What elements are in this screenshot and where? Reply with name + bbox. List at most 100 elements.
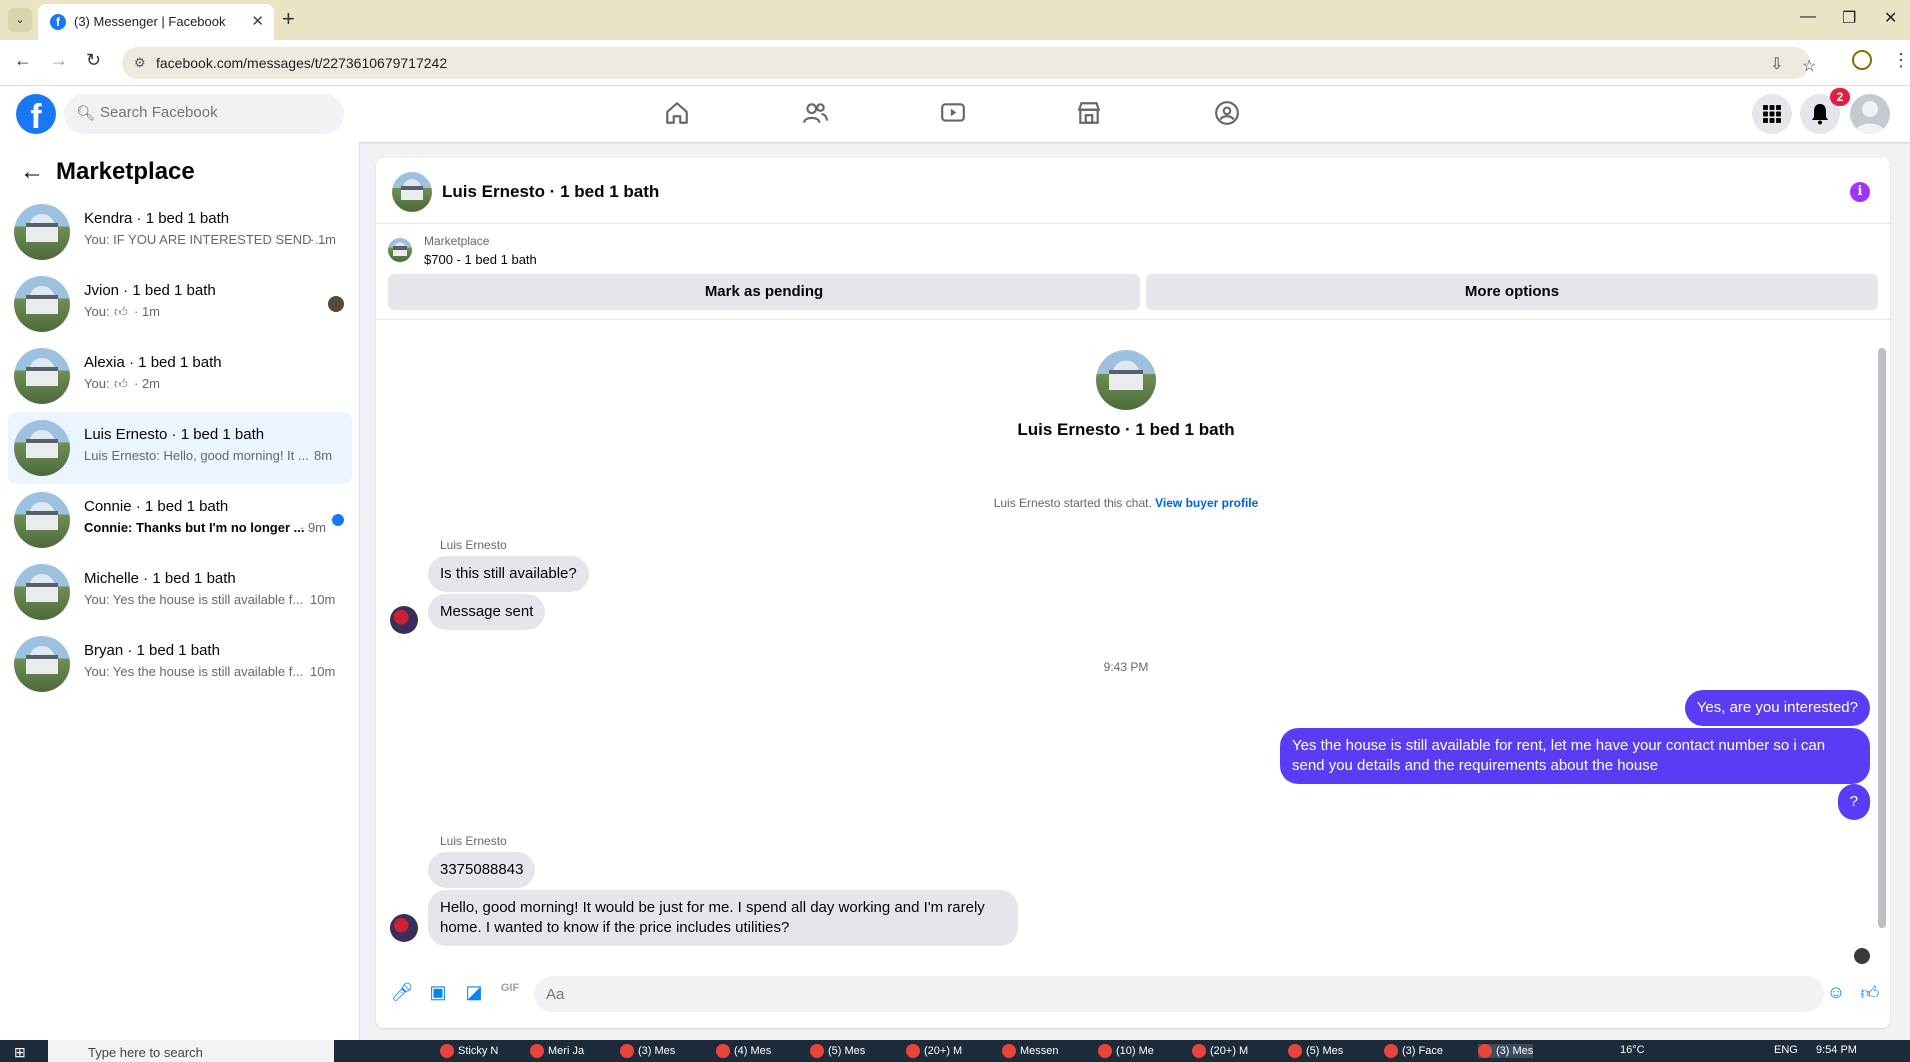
- facebook-search-box[interactable]: 🔍︎: [64, 94, 344, 134]
- conversation-time: 10m: [310, 664, 336, 679]
- browser-profile-icon[interactable]: [1852, 50, 1872, 70]
- conversation-item[interactable]: Michelle · 1 bed 1 bath You: Yes the hou…: [8, 556, 352, 628]
- scrollbar-thumb[interactable]: [1878, 348, 1886, 928]
- taskbar-item[interactable]: (5) Mes: [1288, 1044, 1343, 1058]
- gif-icon[interactable]: GIF: [498, 982, 522, 1006]
- conversation-item[interactable]: Jvion · 1 bed 1 bath You: 👍︎ · 1m: [8, 268, 352, 340]
- taskbar-item[interactable]: (20+) M: [1192, 1044, 1248, 1058]
- chat-header: Luis Ernesto · 1 bed 1 bath i: [376, 158, 1890, 224]
- taskbar-item[interactable]: (10) Me: [1098, 1044, 1154, 1058]
- like-thumbs-up-icon[interactable]: 👍︎: [1858, 982, 1882, 1006]
- listing-thumbnail[interactable]: [388, 238, 412, 262]
- taskbar-item[interactable]: (20+) M: [906, 1044, 962, 1058]
- weather-temp[interactable]: 16°C: [1620, 1044, 1645, 1056]
- incoming-message[interactable]: Message sent: [428, 594, 546, 630]
- back-arrow-icon[interactable]: ←: [20, 158, 44, 186]
- browser-menu-icon[interactable]: ⋮: [1892, 50, 1910, 71]
- facebook-search-input[interactable]: [100, 104, 330, 121]
- message-scrollbar[interactable]: [1878, 328, 1886, 940]
- windows-start-icon[interactable]: ⊞: [14, 1044, 26, 1061]
- photo-icon[interactable]: ▣: [426, 982, 450, 1006]
- timestamp: 9:43 PM: [1103, 660, 1149, 674]
- incoming-message[interactable]: Is this still available?: [428, 556, 589, 592]
- facebook-favicon-icon: f: [50, 14, 66, 30]
- close-window-icon[interactable]: ✕: [1884, 8, 1897, 28]
- sender-avatar[interactable]: [390, 914, 418, 942]
- clock[interactable]: 9:54 PM: [1816, 1044, 1857, 1056]
- conversation-time: · 1m: [310, 232, 336, 247]
- incoming-message[interactable]: Hello, good morning! It would be just fo…: [428, 890, 1018, 946]
- forward-arrow-icon[interactable]: →: [50, 50, 68, 71]
- marketplace-nav-button[interactable]: [1034, 96, 1144, 136]
- conversation-snippet: You:: [84, 304, 110, 319]
- incoming-message[interactable]: 3375088843: [428, 852, 536, 888]
- browser-tab-bar: ⌄ f (3) Messenger | Facebook ✕ + — ❐ ✕: [0, 0, 1910, 40]
- conversation-item[interactable]: Bryan · 1 bed 1 bath You: Yes the house …: [8, 628, 352, 700]
- sticker-icon[interactable]: ◪: [462, 982, 486, 1006]
- watch-nav-button[interactable]: [898, 96, 1008, 136]
- taskbar-item[interactable]: (3) Face: [1384, 1044, 1443, 1058]
- outgoing-message[interactable]: Yes the house is still available for ren…: [1280, 728, 1870, 784]
- outgoing-message[interactable]: ?: [1837, 784, 1870, 820]
- minimize-icon[interactable]: —: [1800, 8, 1816, 26]
- listing-thumbnail: [14, 636, 70, 692]
- tab-title: (3) Messenger | Facebook: [74, 14, 226, 29]
- emoji-icon[interactable]: ☺: [1824, 982, 1848, 1006]
- search-icon: 🔍︎: [76, 105, 96, 122]
- outgoing-message[interactable]: Yes, are you interested?: [1684, 690, 1870, 726]
- taskbar-item[interactable]: (3) Mes: [620, 1044, 675, 1058]
- chat-title[interactable]: Luis Ernesto · 1 bed 1 bath: [442, 182, 659, 202]
- conversation-snippet: You: Yes the house is still available f.…: [84, 664, 304, 679]
- account-avatar[interactable]: [1850, 94, 1890, 134]
- taskbar-item[interactable]: (4) Mes: [716, 1044, 771, 1058]
- browser-tab[interactable]: f (3) Messenger | Facebook ✕: [38, 4, 274, 40]
- taskbar-item[interactable]: Messen: [1002, 1044, 1059, 1058]
- sidebar-title: Marketplace: [56, 158, 195, 185]
- bookmark-star-icon[interactable]: ☆: [1802, 56, 1816, 76]
- home-nav-button[interactable]: [622, 96, 732, 136]
- listing-price[interactable]: $700 - 1 bed 1 bath: [424, 252, 537, 267]
- microphone-icon[interactable]: 🎤︎: [390, 982, 414, 1006]
- reload-icon[interactable]: ↻: [86, 50, 101, 71]
- menu-button[interactable]: [1752, 94, 1792, 134]
- chat-avatar[interactable]: [392, 172, 432, 212]
- conversation-time: 8m: [314, 448, 333, 463]
- conversation-item-active[interactable]: Luis Ernesto · 1 bed 1 bath Luis Ernesto…: [8, 412, 352, 484]
- message-input[interactable]: [534, 976, 1824, 1012]
- center-name: Luis Ernesto · 1 bed 1 bath: [1017, 420, 1235, 439]
- listing-thumbnail: [14, 420, 70, 476]
- restore-icon[interactable]: ❐: [1842, 8, 1856, 28]
- conversation-item[interactable]: Kendra · 1 bed 1 bath You: IF YOU ARE IN…: [8, 196, 352, 268]
- taskbar-search[interactable]: Type here to search: [48, 1040, 334, 1062]
- taskbar-item-active[interactable]: (3) Mes: [1478, 1044, 1534, 1058]
- facebook-logo-icon[interactable]: f: [16, 94, 56, 136]
- taskbar-item[interactable]: Meri Ja: [530, 1044, 584, 1058]
- install-app-icon[interactable]: ⇩: [1770, 54, 1783, 74]
- conversation-item[interactable]: Connie · 1 bed 1 bath Connie: Thanks but…: [8, 484, 352, 556]
- tab-search-button[interactable]: ⌄: [8, 8, 32, 32]
- taskbar-item[interactable]: (5) Mes: [810, 1044, 865, 1058]
- mark-as-pending-button[interactable]: Mark as pending: [388, 274, 1140, 310]
- url-field[interactable]: ⚙ facebook.com/messages/t/22736106797172…: [122, 47, 1810, 79]
- seen-avatar: [328, 296, 344, 312]
- thumbs-up-icon: 👍︎: [114, 304, 128, 319]
- info-icon[interactable]: i: [1850, 182, 1870, 202]
- site-info-icon[interactable]: ⚙: [134, 55, 146, 71]
- seen-avatar: [1854, 948, 1870, 964]
- friends-nav-button[interactable]: [760, 96, 870, 136]
- tab-close-icon[interactable]: ✕: [251, 12, 264, 30]
- conversation-snippet: You: Yes the house is still available f.…: [84, 592, 304, 607]
- sender-avatar[interactable]: [390, 606, 418, 634]
- conversation-time: 10m: [310, 592, 336, 607]
- more-options-button[interactable]: More options: [1146, 274, 1878, 310]
- conversation-item[interactable]: Alexia · 1 bed 1 bath You: 👍︎ · 2m: [8, 340, 352, 412]
- taskbar-item[interactable]: Sticky N: [440, 1044, 498, 1058]
- language-indicator[interactable]: ENG: [1774, 1044, 1798, 1056]
- back-arrow-icon[interactable]: ←: [14, 50, 32, 71]
- groups-nav-button[interactable]: [1172, 96, 1282, 136]
- view-buyer-profile-link[interactable]: View buyer profile: [1155, 496, 1258, 510]
- chat-started-note: Luis Ernesto started this chat. View buy…: [376, 496, 1876, 510]
- thumbs-up-icon: 👍︎: [114, 376, 128, 391]
- new-tab-button[interactable]: +: [282, 6, 295, 32]
- groups-icon: [1215, 101, 1239, 125]
